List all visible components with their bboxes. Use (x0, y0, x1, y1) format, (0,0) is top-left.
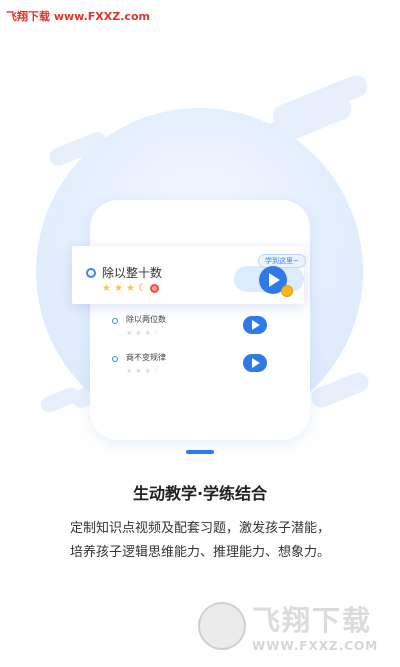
page-indicator (186, 450, 214, 454)
lesson-title: 除以整十数 (102, 266, 163, 280)
coin-icon (281, 285, 293, 297)
star-icon: ★ (135, 329, 142, 337)
lesson-label: 除以两位数 (126, 315, 166, 324)
lesson-row[interactable]: 除以两位数 ★ ★ ★ ☾ (112, 314, 282, 354)
illustration: 除以两位数 ★ ★ ★ ☾ 商不变规律 ★ ★ ★ ☾ 除以整十数 ★ ★ ★ … (0, 0, 400, 460)
star-icon: ★ (135, 367, 142, 375)
description-line: 培养孩子逻辑思维能力、推理能力、想象力。 (69, 545, 330, 560)
feature-description: 定制知识点视频及配套习题，激发孩子潜能， 培养孩子逻辑思维能力、推理能力、想象力… (0, 517, 400, 565)
lesson-label: 商不变规律 (126, 353, 166, 362)
play-icon (269, 273, 280, 287)
progress-bubble: 学到这里~ (258, 254, 306, 268)
star-icon: ★ (144, 329, 151, 337)
star-icon: ★ (125, 283, 135, 294)
moon-icon: ☾ (153, 329, 161, 337)
star-icon: ★ (126, 329, 133, 337)
lesson-row[interactable]: 商不变规律 ★ ★ ★ ☾ (112, 352, 282, 392)
bullet-icon (112, 356, 118, 362)
watermark-logo: 飞翔下载 WWW.FXXZ.COM (198, 596, 388, 656)
moon-icon: ☾ (137, 283, 147, 294)
lesson-stars: ★ ★ ★ ☾ (102, 284, 159, 294)
play-icon (252, 358, 260, 368)
play-icon (252, 320, 260, 330)
play-button[interactable] (243, 354, 267, 372)
star-icon: ★ (102, 283, 111, 294)
lesson-stars: ★ ★ ★ ☾ (126, 368, 160, 375)
watermark-main-text: 飞翔下载 (252, 604, 373, 637)
star-icon: ★ (126, 367, 133, 375)
star-icon: ★ (144, 367, 151, 375)
lesson-stars: ★ ★ ★ ☾ (126, 330, 160, 337)
bullet-icon (112, 318, 118, 324)
watermark-sub-text: WWW.FXXZ.COM (252, 639, 379, 653)
watermark-emblem-icon (198, 602, 246, 650)
feature-heading: 生动教学·学练结合 (132, 484, 268, 503)
red-badge-icon (149, 284, 159, 293)
bullet-icon (86, 268, 96, 278)
description-line: 定制知识点视频及配套习题，激发孩子潜能， (69, 521, 330, 536)
star-icon: ★ (113, 283, 123, 294)
play-button[interactable] (243, 316, 267, 334)
moon-icon: ☾ (153, 367, 161, 375)
